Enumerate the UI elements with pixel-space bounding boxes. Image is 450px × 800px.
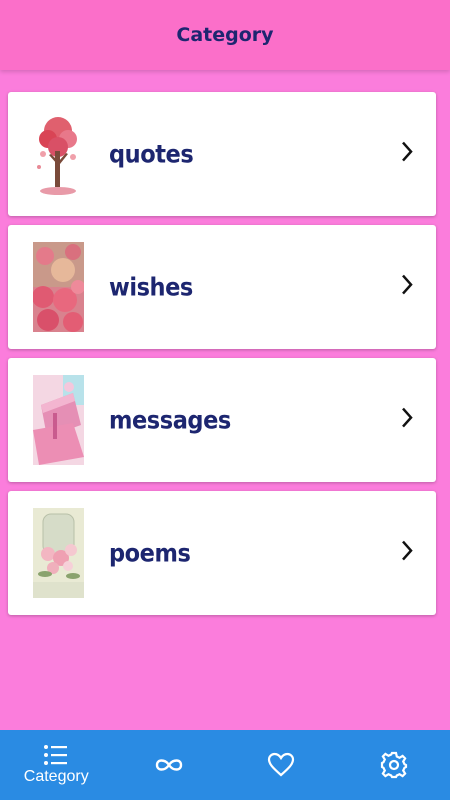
category-label: quotes [109,139,194,169]
chevron-right-icon [402,540,413,561]
category-card-quotes[interactable]: quotes [8,92,436,216]
nav-settings[interactable] [338,730,450,800]
category-label: wishes [109,272,193,302]
flowers-vase-image [33,508,84,598]
gift-box-image [33,375,84,465]
category-card-wishes[interactable]: wishes [8,225,436,349]
category-list: quotes wishes messages poems [8,92,436,624]
list-icon [44,745,68,765]
tree-hearts-image [33,109,84,199]
category-card-messages[interactable]: messages [8,358,436,482]
bottom-navigation: Category [0,730,450,800]
chevron-right-icon [402,274,413,295]
category-label: poems [109,538,191,568]
app-bar: Category [0,0,450,70]
roses-bouquet-image [33,242,84,332]
category-label: messages [109,405,231,435]
nav-favorites[interactable] [225,730,338,800]
nav-infinity[interactable] [113,730,226,800]
chevron-right-icon [402,407,413,428]
nav-category[interactable]: Category [0,730,113,800]
infinity-icon [155,759,182,771]
heart-icon [268,752,295,777]
page-title: Category [176,24,274,46]
chevron-right-icon [402,141,413,162]
nav-label: Category [23,768,89,785]
gear-icon [380,751,407,779]
category-card-poems[interactable]: poems [8,491,436,615]
